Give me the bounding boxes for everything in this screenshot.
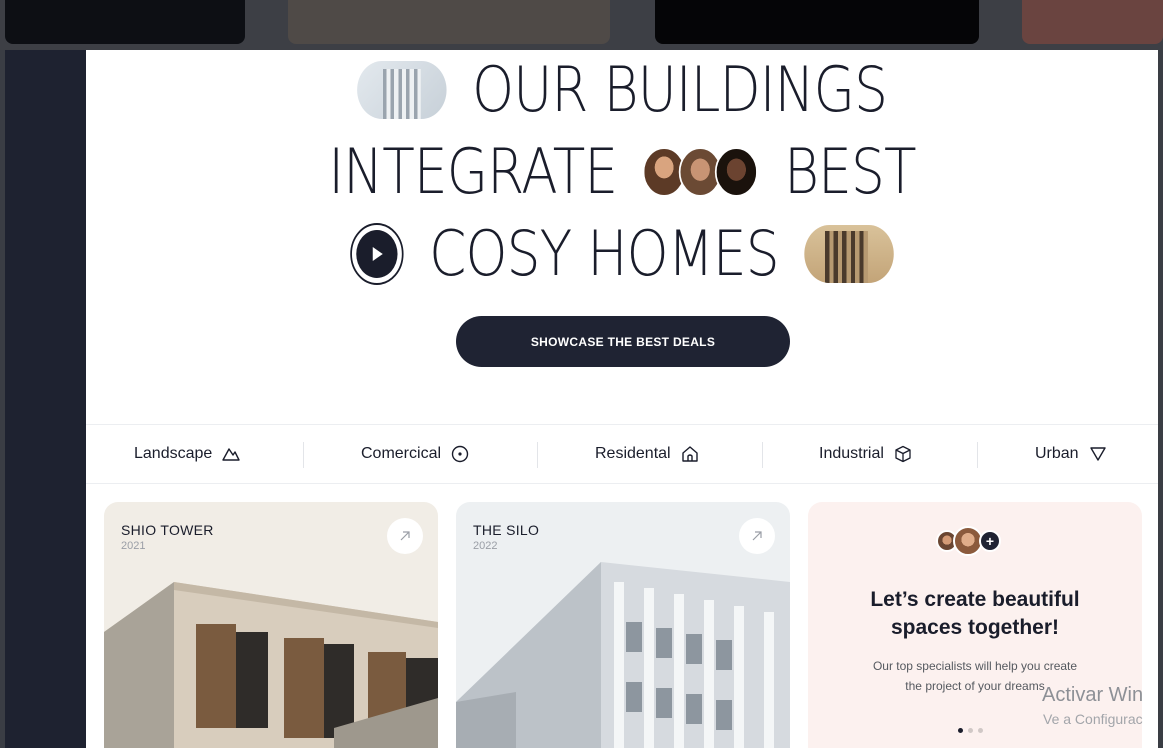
open-project-button[interactable] (739, 518, 775, 554)
building-thumbnail (356, 61, 447, 119)
cube-icon (895, 445, 911, 463)
promo-heading: Let’s create beautiful spaces together! (808, 586, 1142, 642)
specialist-avatars: + (936, 526, 1001, 556)
carousel-dot[interactable] (958, 728, 963, 733)
project-year: 2022 (473, 540, 498, 552)
project-card-the-silo[interactable]: THE SILO 2022 (456, 502, 790, 748)
hero-line-1: OUR BUILDINGS (161, 54, 1083, 126)
category-label: Landscape (134, 445, 213, 462)
mountain-icon (222, 448, 240, 461)
arrow-up-right-icon (400, 531, 410, 541)
tab-thumbnail[interactable] (1022, 0, 1163, 44)
landing-page: OUR BUILDINGS INTEGRATE BEST COSY HOMES … (86, 50, 1158, 748)
hero-line-2: INTEGRATE BEST (161, 136, 1083, 208)
divider (762, 442, 763, 468)
tab-thumbnail[interactable] (655, 0, 979, 44)
promo-heading-line: spaces together! (890, 616, 1060, 639)
promo-text-line: Our top specialists will help you create (872, 659, 1078, 673)
browser-tab-strip (0, 0, 1163, 50)
showcase-deals-button[interactable]: SHOWCASE THE BEST DEALS (456, 316, 790, 367)
dark-side-panel (5, 50, 86, 748)
play-icon (356, 230, 398, 278)
divider (977, 442, 978, 468)
carousel-dot[interactable] (968, 728, 973, 733)
category-label: Comercical (361, 445, 442, 462)
category-urban[interactable]: Urban (1035, 425, 1107, 483)
hero-text: COSY HOMES (429, 217, 779, 290)
category-bar: Landscape Comercical Residental Industri… (86, 424, 1158, 484)
add-specialist-button[interactable]: + (979, 530, 1001, 552)
divider (303, 442, 304, 468)
hero-text: BEST (784, 135, 916, 208)
category-residental[interactable]: Residental (595, 425, 699, 483)
house-icon (681, 446, 698, 462)
carousel-dot[interactable] (978, 728, 983, 733)
category-comercical[interactable]: Comercical (361, 425, 469, 483)
open-project-button[interactable] (387, 518, 423, 554)
avatar (715, 147, 759, 197)
windows-activation-subtext: Ve a Configurac (1043, 711, 1143, 727)
windows-activation-watermark: Activar Win (1042, 684, 1144, 706)
arrow-up-right-icon (752, 531, 762, 541)
target-icon (451, 445, 469, 463)
play-video-button[interactable] (350, 223, 404, 285)
tab-thumbnail[interactable] (288, 0, 610, 44)
hero-line-3: COSY HOMES (161, 218, 1083, 290)
project-card-shio-tower[interactable]: SHIO TOWER 2021 (104, 502, 438, 748)
carousel-dots (958, 728, 983, 733)
category-label: Residental (595, 445, 671, 462)
category-industrial[interactable]: Industrial (819, 425, 912, 483)
triangle-down-icon (1089, 447, 1106, 461)
team-avatars (643, 147, 759, 197)
project-year: 2021 (121, 540, 146, 552)
tower-thumbnail (804, 225, 894, 283)
project-title: SHIO TOWER (121, 522, 214, 538)
promo-heading-line: Let’s create beautiful (870, 588, 1080, 611)
category-label: Industrial (819, 445, 884, 462)
hero-text: INTEGRATE (328, 135, 618, 208)
category-landscape[interactable]: Landscape (134, 425, 240, 483)
divider (537, 442, 538, 468)
category-label: Urban (1035, 445, 1079, 462)
tab-thumbnail[interactable] (5, 0, 245, 44)
project-title: THE SILO (473, 522, 540, 538)
hero-text: OUR BUILDINGS (472, 53, 888, 126)
